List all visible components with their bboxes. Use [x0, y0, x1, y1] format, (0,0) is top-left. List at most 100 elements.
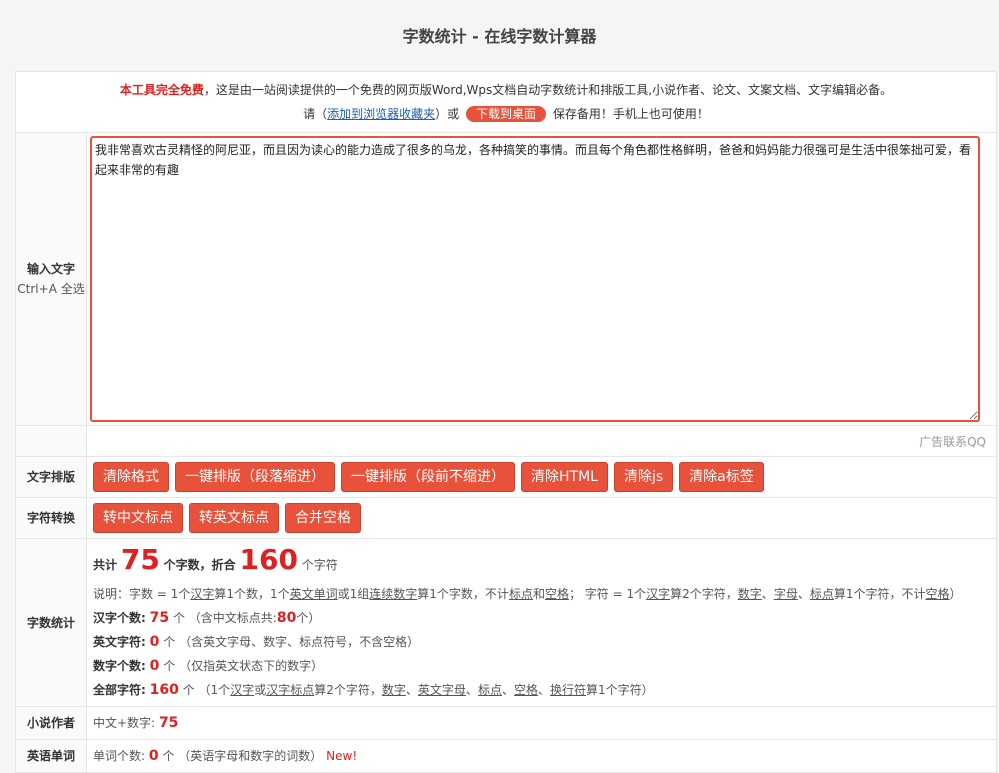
all-note-text: （1个: [198, 683, 231, 697]
digit-count-line: 数字个数: 0 个 （仅指英文状态下的数字）: [93, 654, 990, 678]
explain-text: 算1个字数，不计: [417, 587, 509, 601]
all-note-text: 、: [405, 683, 418, 697]
notice-mid: ）或: [435, 107, 460, 121]
english-word-value: 0: [148, 748, 159, 764]
layout-buttons: 清除格式 一键排版（段落缩进） 一键排版（段前不缩进） 清除HTML 清除js 清除a标签: [86, 456, 997, 498]
all-note-text: 、: [537, 683, 550, 697]
clear-js-button[interactable]: 清除js: [613, 462, 674, 492]
hanzi-label: 汉字个数:: [93, 611, 146, 625]
novel-label: 小说作者: [15, 706, 87, 740]
hanzi-note: 个）: [296, 611, 321, 625]
explain-term: 汉字: [190, 587, 215, 601]
english-value: 0: [149, 634, 160, 650]
explain-text: ； 字符 = 1个: [568, 587, 647, 601]
layout-row: 文字排版 清除格式 一键排版（段落缩进） 一键排版（段前不缩进） 清除HTML 清除js…: [15, 456, 997, 498]
stats-cell: 共计 75 个字数，折合 160 个字符 说明：字数 = 1个汉字算1个数，1个…: [86, 538, 997, 707]
english-word-unit: 个: [162, 749, 175, 763]
all-note-term: 汉字标点: [266, 683, 315, 697]
clear-a-tag-button[interactable]: 清除a标签: [679, 462, 764, 492]
page-title: 字数统计 - 在线字数计算器: [402, 27, 597, 46]
select-all-hint: Ctrl+A 全选: [17, 282, 85, 296]
hanzi-note: （含中文标点共:: [188, 611, 277, 625]
all-note-term: 数字: [381, 683, 406, 697]
input-cell: 我非常喜欢古灵精怪的阿尼亚，而且因为读心的能力造成了很多的乌龙，各种搞笑的事情。…: [86, 132, 997, 426]
english-note: （含英文字母、数字、标点符号，不含空格）: [179, 635, 420, 649]
explain-term: 字母: [773, 587, 798, 601]
explain-text: 说明：字数 = 1个: [93, 587, 191, 601]
input-row: 输入文字 Ctrl+A 全选 我非常喜欢古灵精怪的阿尼亚，而且因为读心的能力造成…: [15, 132, 997, 426]
clear-html-button[interactable]: 清除HTML: [521, 462, 608, 492]
english-word-note: （英语字母和数字的词数）: [178, 749, 323, 763]
clear-format-button[interactable]: 清除格式: [93, 462, 169, 492]
stats-row: 字数统计 共计 75 个字数，折合 160 个字符 说明：字数 = 1个汉字算1…: [15, 538, 997, 707]
explain-term: 连续数字: [369, 587, 418, 601]
input-label-cell: 输入文字 Ctrl+A 全选: [15, 132, 87, 426]
free-label: 本工具完全免费: [119, 83, 204, 97]
word-count-label: 单词个数:: [93, 749, 146, 763]
format-indent-button[interactable]: 一键排版（段落缩进）: [175, 462, 335, 492]
notice-prefix: 请（: [303, 107, 328, 121]
explain-text: 、: [761, 587, 774, 601]
stats-label: 字数统计: [15, 538, 87, 707]
explain-term: 空格: [544, 587, 569, 601]
notice-row: 本工具完全免费，这是由一站阅读提供的一个免费的网页版Word,Wps文档自动字数…: [15, 71, 997, 133]
explain-text: 算1个字符，不计: [833, 587, 926, 601]
novel-cell: 中文+数字: 75: [86, 706, 997, 740]
all-note-term: 空格: [513, 683, 538, 697]
all-note-text: 算2个字符，: [314, 683, 382, 697]
explain-term: 标点: [809, 587, 834, 601]
ad-label-cell: [15, 425, 87, 457]
merge-spaces-button[interactable]: 合并空格: [285, 503, 361, 533]
explain-term: 标点: [508, 587, 533, 601]
hanzi-punct-value: 80: [276, 610, 297, 626]
explain-text: 或1组: [337, 587, 370, 601]
to-english-punct-button[interactable]: 转英文标点: [189, 503, 279, 533]
all-note-term: 汉字: [230, 683, 255, 697]
text-input[interactable]: 我非常喜欢古灵精怪的阿尼亚，而且因为读心的能力造成了很多的乌龙，各种搞笑的事情。…: [90, 136, 980, 422]
all-note-term: 标点: [477, 683, 502, 697]
new-badge: New!: [326, 749, 358, 763]
all-note-text: 或: [254, 683, 267, 697]
download-desktop-button[interactable]: 下载到桌面: [466, 106, 547, 122]
notice-suffix: 保存备用！手机上也可使用！: [552, 107, 709, 121]
all-note-text: 、: [465, 683, 478, 697]
digit-label: 数字个数:: [93, 659, 146, 673]
to-chinese-punct-button[interactable]: 转中文标点: [93, 503, 183, 533]
explain-text: 算1个数，1个: [214, 587, 290, 601]
convert-row: 字符转换 转中文标点 转英文标点 合并空格: [15, 497, 997, 539]
word-unit: 个字数，折合: [163, 558, 236, 572]
all-chars-value: 160: [149, 682, 179, 698]
novel-text: 中文+数字:: [93, 716, 156, 730]
explain-text: 和: [532, 587, 545, 601]
all-chars-line: 全部字符: 160 个 （1个汉字或汉字标点算2个字符，数字、英文字母、标点、空…: [93, 678, 990, 702]
all-note-term: 换行符: [550, 683, 587, 697]
explain-text: ）: [949, 587, 962, 601]
notice: 本工具完全免费，这是由一站阅读提供的一个免费的网页版Word,Wps文档自动字数…: [15, 71, 997, 133]
notice-line-1: 本工具完全免费，这是由一站阅读提供的一个免费的网页版Word,Wps文档自动字数…: [16, 78, 996, 102]
bookmark-link[interactable]: 添加到浏览器收藏夹: [327, 107, 435, 121]
word-count: 75: [120, 543, 160, 576]
all-chars-unit: 个: [182, 683, 195, 697]
novel-row: 小说作者 中文+数字: 75: [15, 706, 997, 740]
english-word-row: 英语单词 单词个数: 0 个 （英语字母和数字的词数） New!: [15, 739, 997, 773]
english-unit: 个: [163, 635, 176, 649]
hanzi-value: 75: [149, 610, 170, 626]
digit-unit: 个: [163, 659, 176, 673]
explain-term: 数字: [737, 587, 762, 601]
total-prefix: 共计: [93, 558, 118, 572]
notice-text: ，这是由一站阅读提供的一个免费的网页版Word,Wps文档自动字数统计和排版工具…: [203, 83, 893, 97]
novel-value: 75: [158, 715, 179, 731]
digit-note: （仅指英文状态下的数字）: [179, 659, 324, 673]
input-label: 输入文字: [26, 262, 75, 276]
ad-contact: 广告联系QQ: [86, 425, 997, 457]
all-note-term: 英文字母: [417, 683, 466, 697]
stats-total: 共计 75 个字数，折合 160 个字符: [93, 543, 990, 582]
explain-term: 汉字: [646, 587, 671, 601]
english-count-line: 英文字符: 0 个 （含英文字母、数字、标点符号，不含空格）: [93, 630, 990, 654]
format-no-indent-button[interactable]: 一键排版（段前不缩进）: [341, 462, 515, 492]
all-chars-label: 全部字符:: [93, 683, 146, 697]
english-label: 英文字符:: [93, 635, 146, 649]
explain-term: 空格: [925, 587, 950, 601]
ad-row: 广告联系QQ: [15, 425, 997, 457]
convert-buttons: 转中文标点 转英文标点 合并空格: [86, 497, 997, 539]
